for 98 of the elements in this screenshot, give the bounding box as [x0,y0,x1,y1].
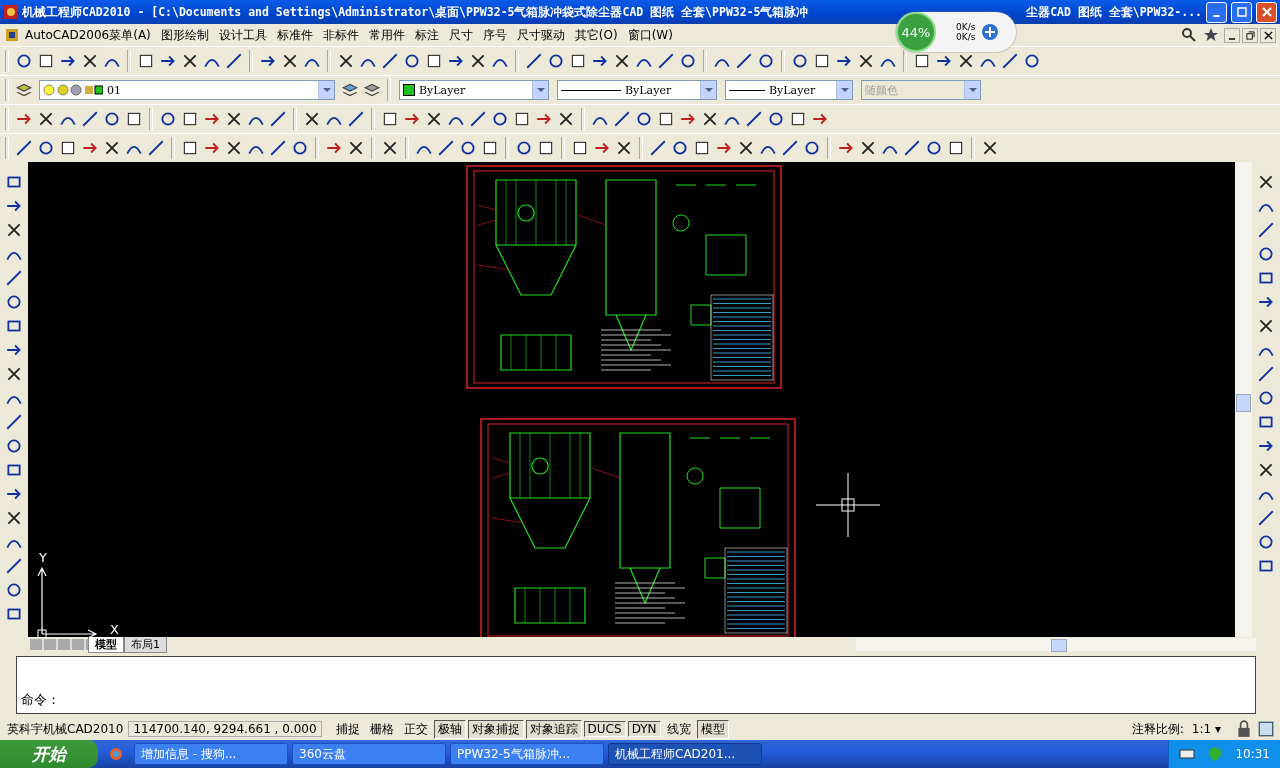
menu-item[interactable]: 非标件 [317,26,364,44]
keyboard-icon[interactable] [1179,746,1196,762]
menu-item[interactable]: AutoCAD2006菜单(A) [20,26,156,44]
taskbar-button[interactable]: 增加信息 - 搜狗... [134,743,288,765]
menu-item[interactable]: 标注 [409,26,444,44]
close-icon [1263,30,1273,40]
app-logo-icon [3,4,19,20]
minimize-icon [1213,15,1220,17]
clock: 10:31 [1235,747,1270,761]
line-icon[interactable] [734,51,754,71]
annotation-scale-dropdown[interactable]: 1:1 ▾ [1188,722,1224,736]
lineweight-dropdown[interactable]: ByLayer [725,80,853,100]
minimize-button[interactable] [1224,27,1240,43]
menu-item[interactable]: 序号 [477,26,512,44]
restore-button[interactable] [1242,27,1258,43]
star-icon[interactable] [1203,27,1219,43]
line-icon[interactable] [1000,51,1020,71]
taskbar-button[interactable]: 360云盘 [292,743,446,765]
line-icon[interactable] [524,51,544,71]
line-icon[interactable] [780,138,800,158]
crosshair-cursor-icon [816,473,880,537]
coordinates-display: 114700.140, 9294.661 , 0.000 [128,721,322,737]
line-icon[interactable] [4,268,24,288]
line-icon[interactable] [656,51,676,71]
search-icon[interactable] [1181,27,1197,43]
menu-item[interactable]: 标准件 [271,26,318,44]
command-window[interactable]: 命令： [16,656,1256,714]
plot-style-value: 随颜色 [865,82,898,98]
menu-item[interactable]: 设计工具 [213,26,272,44]
annotation-scale-label: 注释比例: [1130,720,1185,738]
color-dropdown[interactable]: ByLayer [399,80,549,100]
color-value: ByLayer [419,83,466,97]
window-title: 机械工程师CAD2010 - [C:\Documents and Settings\Administrator\桌面\PPW32-5气箱脉冲袋式除尘器CAD 图纸 全套\PPW32-5气箱脉冲 [22,4,809,20]
y-axis-label: Y [39,550,47,565]
app-logo-icon [4,27,20,43]
window-title: 尘器CAD 图纸 全套\PPW32-... [1026,4,1202,20]
vertical-scrollbar[interactable] [1235,162,1252,637]
line-icon[interactable] [268,109,288,129]
line-icon[interactable] [1256,220,1276,240]
line-icon[interactable] [268,138,288,158]
close-icon [1261,7,1272,17]
line-icon[interactable] [648,138,668,158]
line-icon[interactable] [14,138,34,158]
start-button[interactable]: 开始 [0,740,98,768]
line-icon[interactable] [902,138,922,158]
line-icon[interactable] [346,109,366,129]
status-toggle[interactable]: 对象追踪 [525,719,582,739]
status-toggle[interactable]: 正交 [399,719,432,739]
status-toggle[interactable]: 模型 [696,719,729,739]
linetype-dropdown[interactable]: ByLayer [557,80,717,100]
line-icon[interactable] [80,109,100,129]
lineweight-value: ByLayer [769,83,816,97]
upload-speed: 0K/s [956,22,976,32]
status-toggle[interactable]: 捕捉 [331,719,364,739]
status-toggle[interactable]: 线宽 [662,719,695,739]
line-icon[interactable] [4,556,24,576]
minimize-icon [1229,37,1235,40]
plus-icon[interactable] [981,23,1000,41]
layer-state-icons [43,83,103,97]
quick-launch-icon[interactable] [108,746,124,762]
status-toggle[interactable]: 极轴 [433,719,466,739]
line-icon[interactable] [224,51,244,71]
product-name: 英科宇机械CAD2010 [6,720,125,738]
menu-item[interactable]: 尺寸驱动 [511,26,570,44]
status-toggle[interactable]: DYN [627,721,661,737]
layer-dropdown[interactable]: 01 [39,80,335,100]
line-icon[interactable] [1256,364,1276,384]
menu-item[interactable]: 其它(O) [569,26,623,44]
line-icon[interactable] [146,138,166,158]
x-axis-label: X [110,622,119,637]
line-icon[interactable] [612,109,632,129]
menu-item[interactable]: 常用件 [363,26,410,44]
status-toggle[interactable]: 栅格 [365,719,398,739]
drawing-canvas[interactable]: X Y [28,162,1235,637]
line-icon[interactable] [468,109,488,129]
maximize-icon [1236,7,1247,17]
square-icon[interactable] [1256,719,1276,739]
line-icon[interactable] [4,412,24,432]
maximize-button[interactable] [1231,1,1252,23]
menu-item[interactable]: 尺寸 [443,26,478,44]
usage-percent: 44% [896,12,936,52]
line-icon[interactable] [380,51,400,71]
taskbar-button[interactable]: PPW32-5气箱脉冲... [450,743,604,765]
horizontal-scrollbar[interactable] [856,638,1256,651]
menu-item[interactable]: 窗口(W) [622,26,678,44]
command-prompt: 命令： [21,691,60,709]
layer-name: 01 [107,83,121,97]
close-button[interactable] [1260,27,1276,43]
taskbar-button[interactable]: 机械工程师CAD201... [608,743,762,765]
status-toggle[interactable]: DUCS [583,721,626,737]
menu-item[interactable]: 图形绘制 [155,26,214,44]
line-icon[interactable] [744,109,764,129]
linetype-value: ByLayer [625,83,672,97]
line-icon[interactable] [436,138,456,158]
restore-icon [1245,30,1255,40]
line-icon[interactable] [1256,508,1276,528]
status-toggle[interactable]: 对象捕捉 [467,719,524,739]
download-speed: 0K/s [956,32,976,42]
